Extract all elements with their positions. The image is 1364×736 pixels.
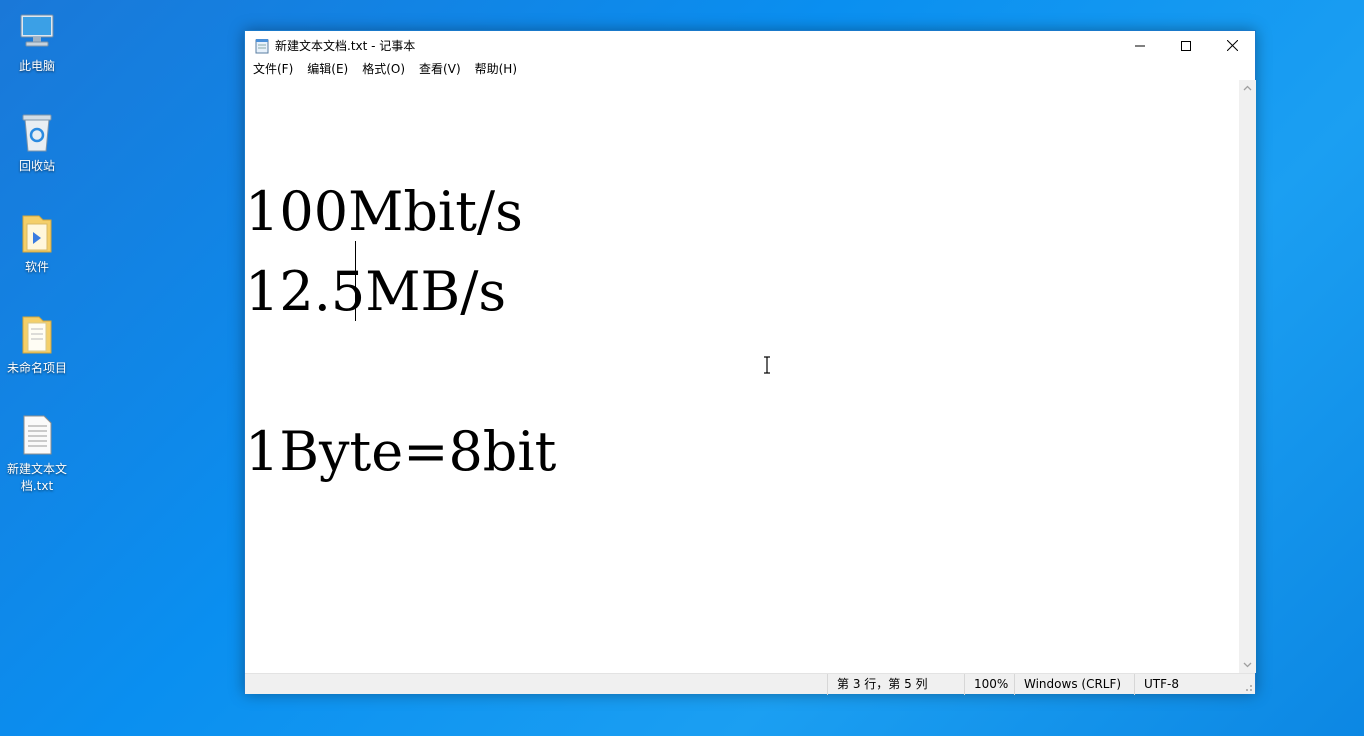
status-zoom: 100% bbox=[964, 674, 1008, 695]
close-button[interactable] bbox=[1209, 31, 1255, 60]
status-cursor-position: 第 3 行，第 5 列 bbox=[827, 674, 928, 695]
text-caret bbox=[355, 241, 356, 321]
menu-format[interactable]: 格式(O) bbox=[355, 60, 412, 79]
desktop-icon-label: 此电脑 bbox=[18, 59, 55, 73]
editor-line: 100Mbit/s bbox=[245, 180, 523, 243]
desktop-icon-text-file[interactable]: 新建文本文档.txt bbox=[2, 413, 72, 495]
status-bar: 第 3 行，第 5 列 100% Windows (CRLF) UTF-8 bbox=[245, 673, 1255, 695]
resize-grip-icon[interactable] bbox=[1243, 682, 1253, 692]
desktop-icon-label: 软件 bbox=[24, 260, 49, 274]
menu-bar: 文件(F) 编辑(E) 格式(O) 查看(V) 帮助(H) bbox=[245, 60, 1255, 79]
desktop-icon-label: 未命名项目 bbox=[6, 361, 67, 375]
editor-text: 100Mbit/s 12.5MB/s 1Byte=8bit bbox=[245, 172, 556, 492]
maximize-button[interactable] bbox=[1163, 31, 1209, 60]
status-line-ending: Windows (CRLF) bbox=[1014, 674, 1121, 695]
editor-line: 12.5MB/s bbox=[245, 260, 507, 323]
editor-line: 1Byte=8bit bbox=[245, 420, 557, 483]
desktop-icon-label: 回收站 bbox=[18, 159, 55, 173]
menu-file[interactable]: 文件(F) bbox=[246, 60, 300, 79]
notepad-window: 新建文本文档.txt - 记事本 文件(F) 编辑(E) 格式(O) 查看(V)… bbox=[244, 30, 1256, 695]
menu-view[interactable]: 查看(V) bbox=[412, 60, 468, 79]
desktop-icon-label: 新建文本文档.txt bbox=[6, 462, 67, 493]
scroll-down-icon[interactable] bbox=[1243, 660, 1252, 669]
desktop-icon-this-pc[interactable]: 此电脑 bbox=[2, 10, 72, 75]
minimize-button[interactable] bbox=[1117, 31, 1163, 60]
desktop-icon-unnamed-project[interactable]: 未命名项目 bbox=[2, 312, 72, 377]
minimize-icon bbox=[1135, 45, 1145, 46]
title-bar[interactable]: 新建文本文档.txt - 记事本 bbox=[245, 31, 1255, 60]
notepad-icon bbox=[255, 38, 269, 53]
ibeam-cursor-icon bbox=[764, 356, 770, 374]
text-editor[interactable]: 100Mbit/s 12.5MB/s 1Byte=8bit bbox=[245, 80, 1239, 673]
text-file-icon bbox=[15, 413, 59, 457]
computer-icon bbox=[15, 10, 59, 54]
window-title: 新建文本文档.txt - 记事本 bbox=[275, 39, 416, 53]
desktop-icon-recycle-bin[interactable]: 回收站 bbox=[2, 110, 72, 175]
scroll-up-icon[interactable] bbox=[1243, 84, 1252, 93]
folder-icon bbox=[15, 211, 59, 255]
status-encoding: UTF-8 bbox=[1134, 674, 1179, 695]
menu-help[interactable]: 帮助(H) bbox=[468, 60, 524, 79]
recycle-bin-icon bbox=[15, 110, 59, 154]
vertical-scrollbar[interactable] bbox=[1239, 80, 1256, 673]
menu-edit[interactable]: 编辑(E) bbox=[300, 60, 355, 79]
maximize-icon bbox=[1181, 40, 1191, 51]
close-icon bbox=[1226, 40, 1238, 51]
folder-icon bbox=[15, 312, 59, 356]
desktop-icon-software-folder[interactable]: 软件 bbox=[2, 211, 72, 276]
